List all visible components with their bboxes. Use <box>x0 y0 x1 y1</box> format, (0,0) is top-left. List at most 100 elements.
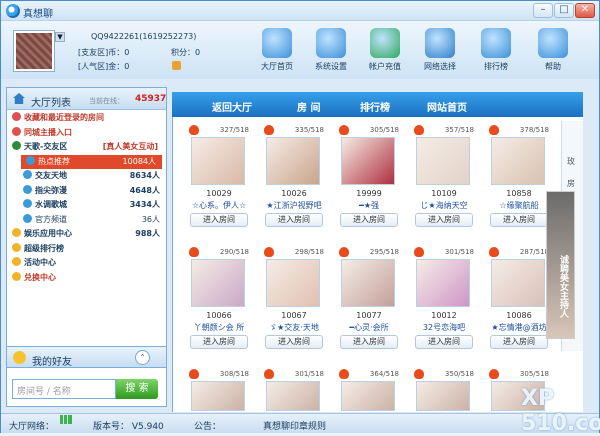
hall-item-7[interactable]: 官方频道 36人 <box>7 213 166 227</box>
hall-item-0[interactable]: 收藏和最近登录的房间 <box>7 111 166 125</box>
room-photo[interactable] <box>191 137 245 185</box>
hall-item-4[interactable]: 交友天地 8634人 <box>7 169 166 183</box>
avatar[interactable] <box>14 31 54 71</box>
room-name[interactable]: じ★海纳天空 <box>404 200 484 211</box>
toolbar-btn-5[interactable]: 帮助 <box>529 28 577 76</box>
room-name[interactable]: 丫朝颜シ会 所 <box>179 322 259 333</box>
hall-item-icon <box>12 112 21 121</box>
hall-item-8[interactable]: 娱乐应用中心 988人 <box>7 227 166 241</box>
hall-item-icon <box>23 170 32 179</box>
room-card[interactable]: 287/518 10086 ★忘情港@酒坊 进入房间 <box>479 243 549 358</box>
enter-room-button[interactable]: 进入房间 <box>490 335 548 349</box>
room-photo[interactable] <box>491 137 545 185</box>
tab-website[interactable]: 网站首页 <box>427 99 467 114</box>
room-name[interactable]: ★江浙沪视野吧 <box>254 200 334 211</box>
room-card[interactable]: 350/518 <box>404 365 474 411</box>
room-photo[interactable] <box>341 259 395 307</box>
enter-room-button[interactable]: 进入房间 <box>415 213 473 227</box>
room-photo[interactable] <box>266 137 320 185</box>
friends-bar[interactable]: 我的好友 ⌃ <box>6 346 167 368</box>
room-card[interactable]: 305/518 19999 ━★强 进入房间 <box>329 121 399 236</box>
enter-room-button[interactable]: 进入房间 <box>340 335 398 349</box>
room-card[interactable]: 301/518 <box>254 365 324 411</box>
room-name[interactable]: ☆心系。伊人☆ <box>179 200 259 211</box>
hall-item-3[interactable]: 热点推荐 10084人 <box>21 154 162 169</box>
enter-room-button[interactable]: 进入房间 <box>265 213 323 227</box>
side-item[interactable]: 玫 <box>567 156 575 167</box>
tab-ranking[interactable]: 排行榜 <box>360 99 390 114</box>
room-photo[interactable] <box>416 137 470 185</box>
room-name[interactable]: ゞ★交友·天地 <box>254 322 334 333</box>
room-occupancy: 305/518 <box>369 126 399 134</box>
room-occupancy: 350/518 <box>444 370 474 378</box>
hall-item-label: 热点推荐 <box>38 156 70 166</box>
toolbar-btn-1[interactable]: 系统设置 <box>307 28 355 76</box>
toolbar-label: 大厅首页 <box>261 62 293 71</box>
room-photo[interactable] <box>341 381 395 411</box>
room-occupancy: 335/518 <box>294 126 324 134</box>
room-card[interactable]: 308/518 <box>179 365 249 411</box>
room-card[interactable]: 357/518 10109 じ★海纳天空 进入房间 <box>404 121 474 236</box>
room-photo[interactable] <box>416 381 470 411</box>
room-name[interactable]: ━心灵·会所 <box>329 322 409 333</box>
tab-rooms[interactable]: 房 间 <box>297 99 320 114</box>
toolbar-label: 排行榜 <box>484 62 508 71</box>
tab-bar: 返回大厅 房 间 排行榜 网站首页 <box>172 92 583 117</box>
minimize-button[interactable]: – <box>533 3 553 18</box>
room-card[interactable]: 298/518 10067 ゞ★交友·天地 进入房间 <box>254 243 324 358</box>
toolbar-btn-3[interactable]: 网络选择 <box>416 28 464 76</box>
enter-room-button[interactable]: 进入房间 <box>415 335 473 349</box>
app-window: 真想聊 – □ ✕ ▼ QQ9422261(1619252273) [支友区]币… <box>0 0 600 436</box>
collapse-icon[interactable]: ⌃ <box>135 350 150 365</box>
room-card[interactable]: 378/518 10858 ☆缘聚航船 进入房间 <box>479 121 549 236</box>
title-bar[interactable]: 真想聊 – □ ✕ <box>1 1 599 21</box>
hall-item-6[interactable]: 水调歌城 3434人 <box>7 198 166 212</box>
room-photo[interactable] <box>416 259 470 307</box>
enter-room-button[interactable]: 进入房间 <box>265 335 323 349</box>
side-item[interactable]: 房 <box>567 178 575 189</box>
close-button[interactable]: ✕ <box>575 3 595 18</box>
room-photo[interactable] <box>191 259 245 307</box>
hall-item-icon <box>23 199 32 208</box>
hall-item-label: 交友天地 <box>35 171 67 180</box>
toolbar-label: 帮助 <box>545 62 561 71</box>
hall-item-1[interactable]: 同城主播入口 <box>7 126 166 140</box>
room-card[interactable]: 364/518 <box>329 365 399 411</box>
chevron-down-icon[interactable]: ▼ <box>55 32 65 42</box>
hall-item-icon <box>23 184 32 194</box>
room-id: 10029 <box>206 189 232 198</box>
lock-icon[interactable] <box>172 61 181 70</box>
hall-item-label: 水调歌城 <box>35 200 67 209</box>
room-name[interactable]: ━★强 <box>329 200 409 211</box>
maximize-button[interactable]: □ <box>554 3 574 18</box>
hall-item-11[interactable]: 兑换中心 <box>7 271 166 285</box>
hall-item-icon <box>12 126 21 136</box>
room-occupancy: 295/518 <box>369 248 399 256</box>
room-card[interactable]: 290/518 10066 丫朝颜シ会 所进入房间 <box>179 243 249 358</box>
room-card[interactable]: 335/518 10026 ★江浙沪视野吧 进入房间 <box>254 121 324 236</box>
toolbar-btn-4[interactable]: 排行榜 <box>472 28 520 76</box>
room-photo[interactable] <box>191 381 245 411</box>
status-notice-text[interactable]: 真想聊印章规则 <box>263 419 326 432</box>
hall-item-9[interactable]: 超级排行榜 <box>7 242 166 256</box>
room-card[interactable]: 295/518 10077 ━心灵·会所 进入房间 <box>329 243 399 358</box>
enter-room-button[interactable]: 进入房间 <box>490 213 548 227</box>
room-photo[interactable] <box>266 381 320 411</box>
room-photo[interactable] <box>266 259 320 307</box>
room-name[interactable]: 32号恋海吧 <box>404 322 484 333</box>
toolbar-btn-0[interactable]: 大厅首页 <box>253 28 301 76</box>
enter-room-button[interactable]: 进入房间 <box>340 213 398 227</box>
enter-room-button[interactable]: 进入房间 <box>190 213 248 227</box>
room-card[interactable]: 301/518 10012 32号恋海吧 进入房间 <box>404 243 474 358</box>
search-input[interactable]: 房间号 / 名称 <box>12 379 116 399</box>
enter-room-button[interactable]: 进入房间 <box>190 335 248 349</box>
tab-return-hall[interactable]: 返回大厅 <box>212 99 252 114</box>
hall-item-2[interactable]: 天歌-交友区 [真人美女互动] <box>7 140 166 154</box>
toolbar-btn-2[interactable]: 帐户充值 <box>361 28 409 76</box>
room-photo[interactable] <box>491 259 545 307</box>
hall-item-10[interactable]: 活动中心 <box>7 256 166 270</box>
room-card[interactable]: 327/518 10029 ☆心系。伊人☆ 进入房间 <box>179 121 249 236</box>
room-photo[interactable] <box>341 137 395 185</box>
search-button[interactable]: 搜 索 <box>116 379 158 399</box>
hall-item-5[interactable]: 指尖弥漫 4648人 <box>7 184 166 198</box>
